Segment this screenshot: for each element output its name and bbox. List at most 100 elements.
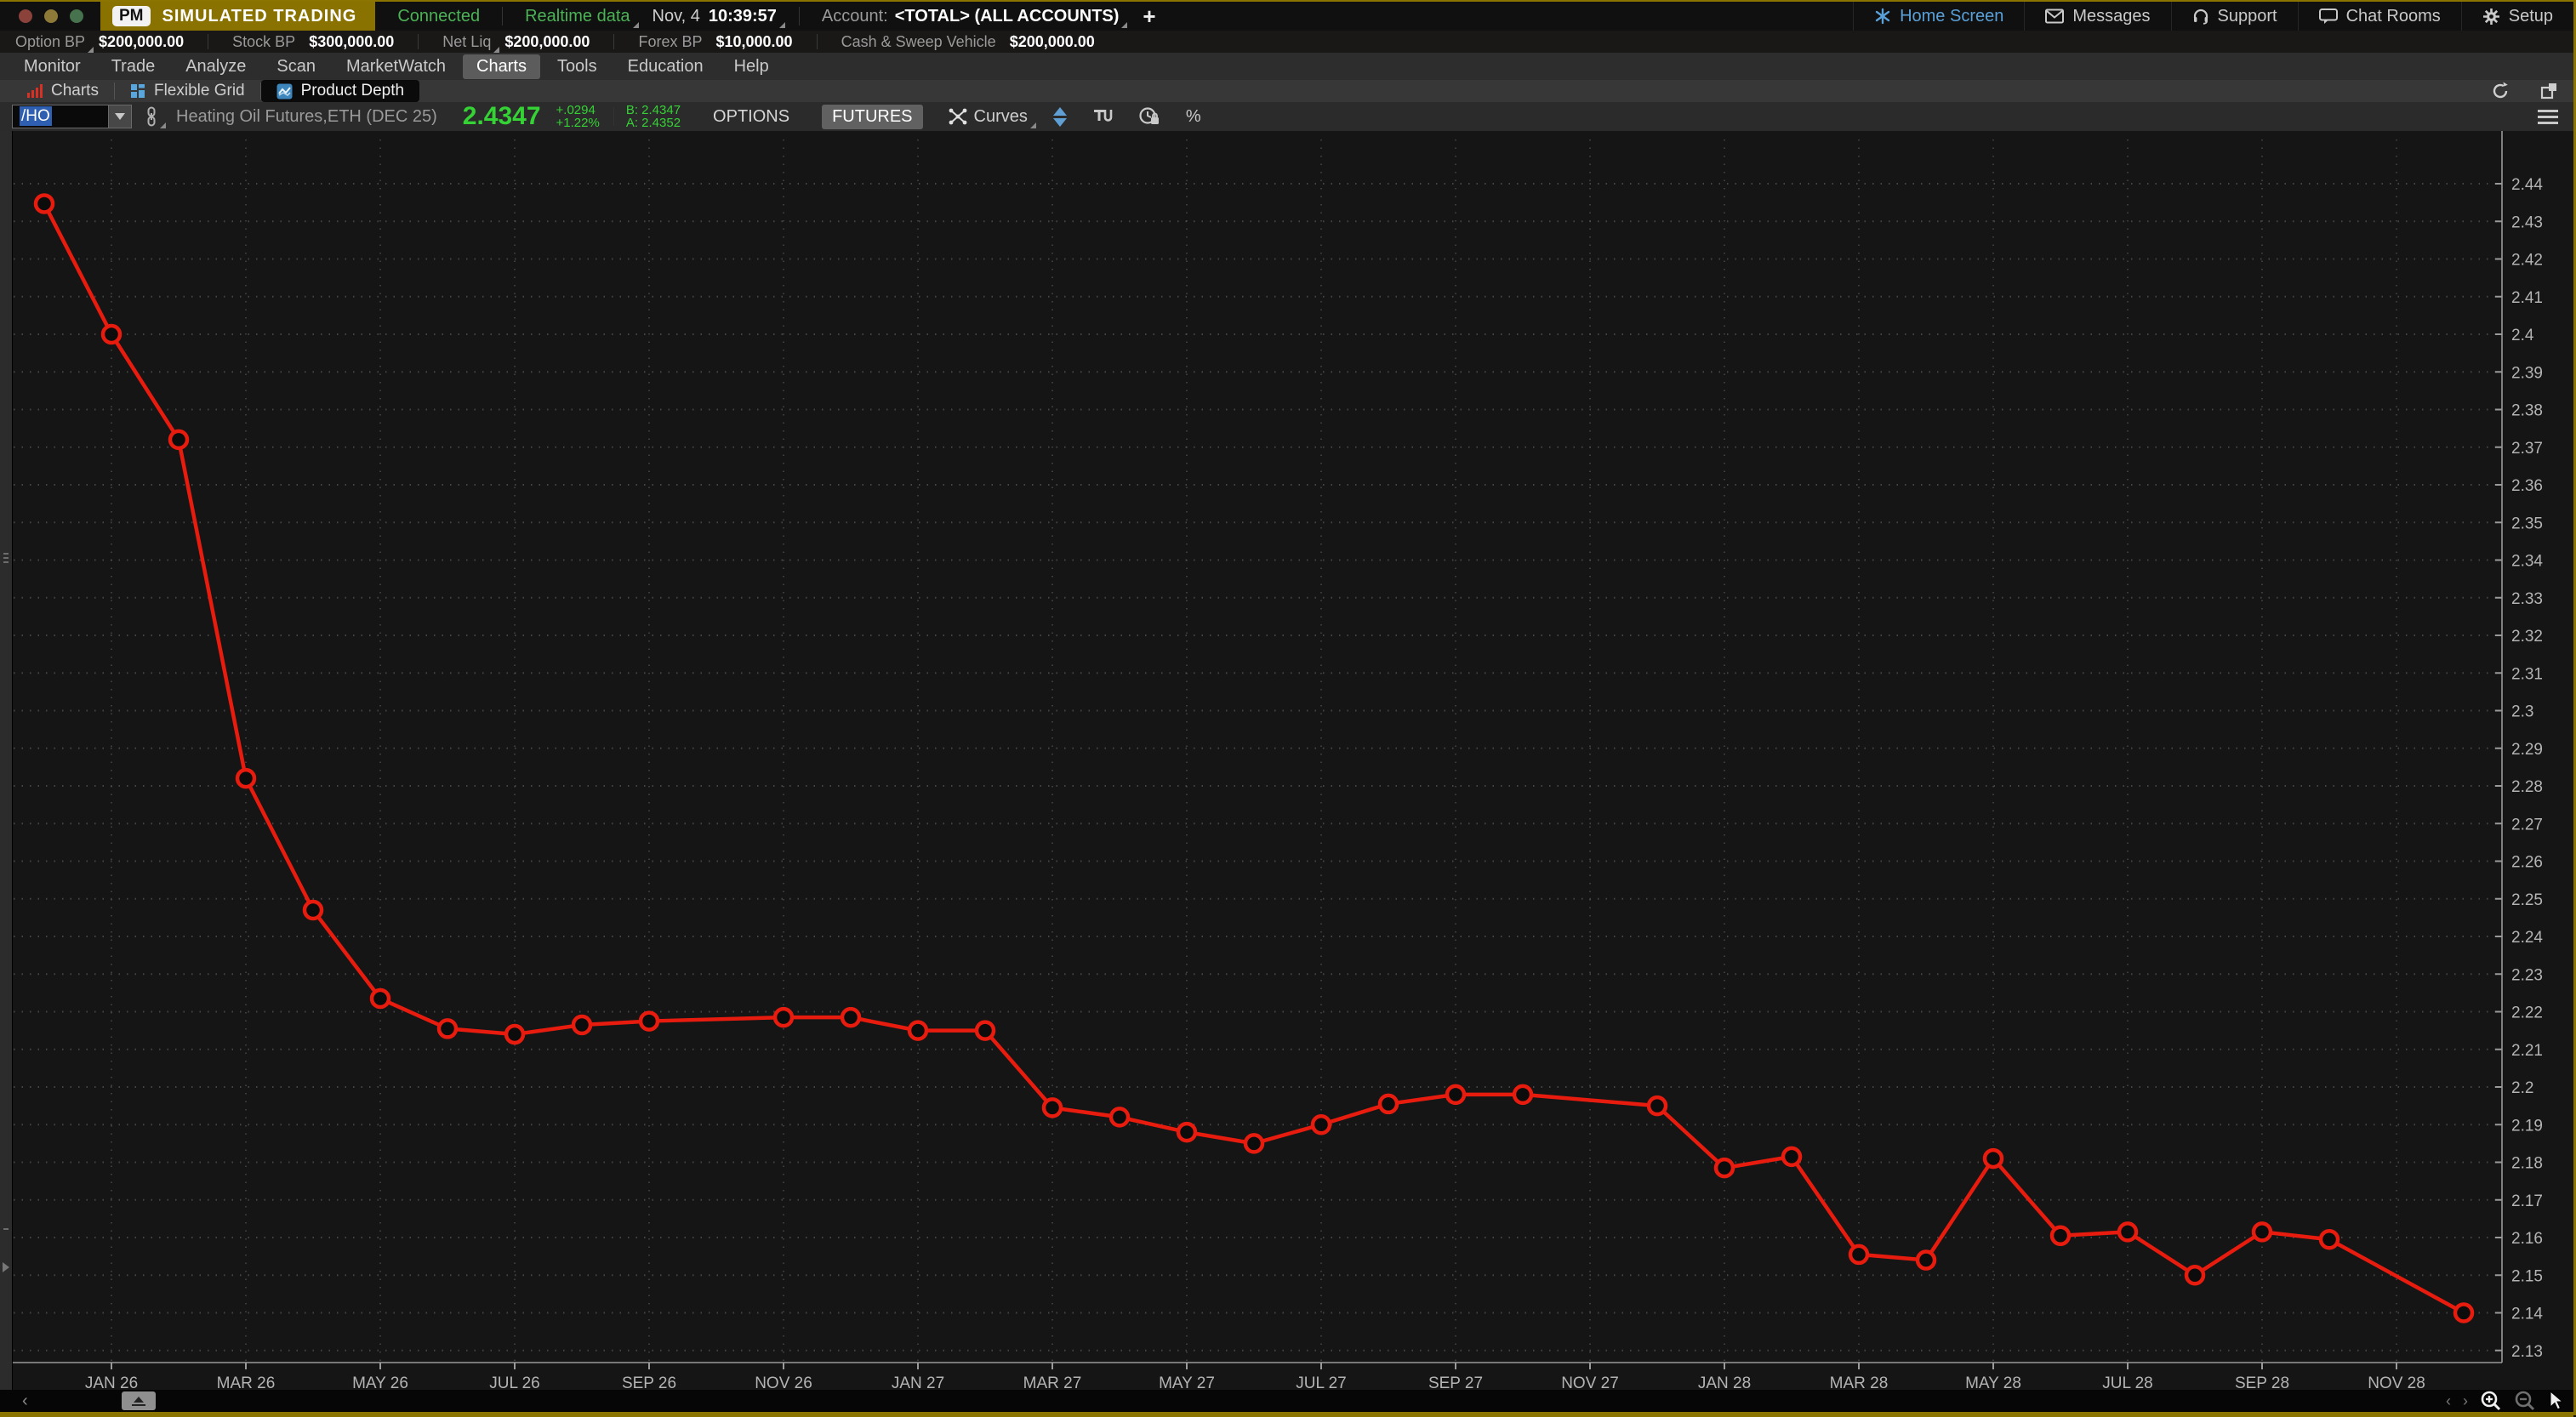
svg-text:2.4: 2.4: [2511, 327, 2534, 344]
setup-button[interactable]: Setup: [2461, 2, 2573, 31]
chart-toolbar: /HO Heating Oil Futures,ETH (DEC 25) 2.4…: [0, 102, 2573, 131]
menu-trade[interactable]: Trade: [98, 54, 169, 79]
svg-text:2.15: 2.15: [2511, 1267, 2543, 1285]
symbol-input[interactable]: /HO: [12, 105, 132, 128]
detach-window-icon[interactable]: [2539, 81, 2560, 101]
support-icon: [2192, 8, 2209, 25]
balance-net-liq: Net Liq $200,000.00: [442, 33, 613, 51]
chart-menu-icon[interactable]: [2538, 110, 2558, 124]
svg-text:2.37: 2.37: [2511, 440, 2543, 458]
balance-cash-sweep: Cash & Sweep Vehicle $200,000.00: [841, 33, 1119, 51]
home-screen-button[interactable]: Home Screen: [1853, 2, 2024, 31]
svg-text:2.34: 2.34: [2511, 553, 2543, 571]
svg-text:2.22: 2.22: [2511, 1004, 2543, 1022]
curves-button[interactable]: Curves: [949, 107, 1028, 127]
svg-text:2.29: 2.29: [2511, 741, 2543, 759]
svg-text:2.36: 2.36: [2511, 477, 2543, 495]
menu-marketwatch[interactable]: MarketWatch: [333, 54, 459, 79]
cursor-icon[interactable]: [2548, 1391, 2565, 1411]
top-bar: PM SIMULATED TRADING Connected Realtime …: [0, 2, 2573, 31]
subtab-right-actions: [2490, 81, 2573, 101]
menu-help[interactable]: Help: [721, 54, 783, 79]
main-menu: Monitor Trade Analyze Scan MarketWatch C…: [0, 53, 2573, 80]
svg-text:SEP 26: SEP 26: [622, 1374, 676, 1390]
close-window-icon[interactable]: [19, 9, 32, 23]
charts-subtabs: Charts Flexible Grid Product Depth: [0, 80, 2573, 102]
pan-left-icon[interactable]: ‹: [2446, 1392, 2451, 1410]
clock[interactable]: 10:39:57: [709, 7, 777, 26]
time-lock-icon: [1138, 106, 1160, 127]
menu-scan[interactable]: Scan: [263, 54, 329, 79]
percent-scale-button[interactable]: %: [1186, 107, 1201, 127]
menu-tools[interactable]: Tools: [544, 54, 611, 79]
symbol-dropdown-button[interactable]: [108, 105, 131, 128]
messages-button[interactable]: Messages: [2024, 2, 2170, 31]
patterns-button[interactable]: [1092, 107, 1113, 126]
svg-text:JUL 26: JUL 26: [489, 1374, 540, 1390]
tab-flexible-grid[interactable]: Flexible Grid: [115, 80, 260, 102]
svg-text:MAY 26: MAY 26: [352, 1374, 408, 1390]
svg-text:2.42: 2.42: [2511, 252, 2543, 270]
chat-rooms-button[interactable]: Chat Rooms: [2298, 2, 2461, 31]
window-bottom-border: [0, 1412, 2573, 1417]
svg-text:2.27: 2.27: [2511, 816, 2543, 834]
svg-text:SEP 27: SEP 27: [1428, 1374, 1483, 1390]
patterns-icon: [1092, 107, 1113, 126]
zoom-window-icon[interactable]: [70, 9, 83, 23]
futures-curve-chart[interactable]: 2.442.432.422.412.42.392.382.372.362.352…: [0, 131, 2576, 1390]
zoom-out-icon[interactable]: [2514, 1390, 2536, 1412]
grid-icon: [130, 83, 145, 99]
symbol-link-button[interactable]: [145, 106, 157, 127]
tab-product-depth[interactable]: Product Depth: [261, 80, 419, 102]
account-balances-bar: Option BP $200,000.00 Stock BP $300,000.…: [0, 31, 2573, 53]
svg-text:SEP 28: SEP 28: [2235, 1374, 2289, 1390]
svg-text:MAR 26: MAR 26: [217, 1374, 276, 1390]
setup-icon: [2482, 8, 2500, 26]
svg-text:MAR 27: MAR 27: [1023, 1374, 1082, 1390]
zoom-in-icon[interactable]: [2480, 1390, 2502, 1412]
refresh-icon[interactable]: [2490, 81, 2510, 101]
svg-text:2.39: 2.39: [2511, 364, 2543, 382]
svg-text:2.41: 2.41: [2511, 289, 2543, 307]
left-panel-grip[interactable]: [0, 131, 13, 1390]
add-workspace-button[interactable]: +: [1143, 3, 1155, 30]
minimize-window-icon[interactable]: [44, 9, 58, 23]
data-status[interactable]: Realtime data: [525, 7, 630, 26]
time-lock-button[interactable]: [1138, 106, 1160, 127]
futures-tab[interactable]: FUTURES: [822, 105, 922, 129]
svg-text:2.14: 2.14: [2511, 1306, 2543, 1323]
svg-text:2.2: 2.2: [2511, 1079, 2533, 1097]
chat-rooms-icon: [2319, 9, 2338, 25]
account-label: Account:: [822, 7, 888, 26]
bid-value: B: 2.4347: [626, 104, 681, 117]
svg-text:2.3: 2.3: [2511, 703, 2533, 721]
support-button[interactable]: Support: [2171, 2, 2298, 31]
trading-mode-label: SIMULATED TRADING: [162, 7, 357, 26]
last-price: 2.4347: [463, 102, 541, 131]
curves-label: Curves: [974, 107, 1028, 127]
svg-text:2.32: 2.32: [2511, 628, 2543, 646]
tab-charts[interactable]: Charts: [12, 80, 114, 102]
sort-updown-button[interactable]: [1053, 107, 1067, 127]
chart-nav-controls: ‹ ›: [2446, 1390, 2573, 1412]
ask-value: A: 2.4352: [626, 117, 681, 129]
menu-education[interactable]: Education: [614, 54, 717, 79]
top-bar-actions: Home Screen Messages Support Chat Rooms …: [1853, 2, 2573, 31]
link-icon: [145, 106, 157, 127]
menu-charts[interactable]: Charts: [463, 54, 540, 79]
expand-arrow-icon[interactable]: [3, 1262, 9, 1272]
axis-settings-button[interactable]: [122, 1391, 156, 1410]
pan-right-icon[interactable]: ›: [2463, 1392, 2468, 1410]
scroll-left-icon[interactable]: ‹: [22, 1391, 28, 1411]
up-down-arrows-icon: [1053, 107, 1067, 127]
svg-text:2.25: 2.25: [2511, 891, 2543, 909]
svg-text:2.17: 2.17: [2511, 1192, 2543, 1210]
options-tab[interactable]: OPTIONS: [703, 105, 800, 129]
svg-text:2.38: 2.38: [2511, 402, 2543, 420]
balance-option-bp: Option BP $200,000.00: [15, 33, 208, 51]
menu-analyze[interactable]: Analyze: [172, 54, 259, 79]
account-selector[interactable]: <TOTAL> (ALL ACCOUNTS): [895, 7, 1120, 26]
svg-text:2.24: 2.24: [2511, 929, 2543, 947]
messages-icon: [2045, 9, 2064, 24]
menu-monitor[interactable]: Monitor: [10, 54, 94, 79]
